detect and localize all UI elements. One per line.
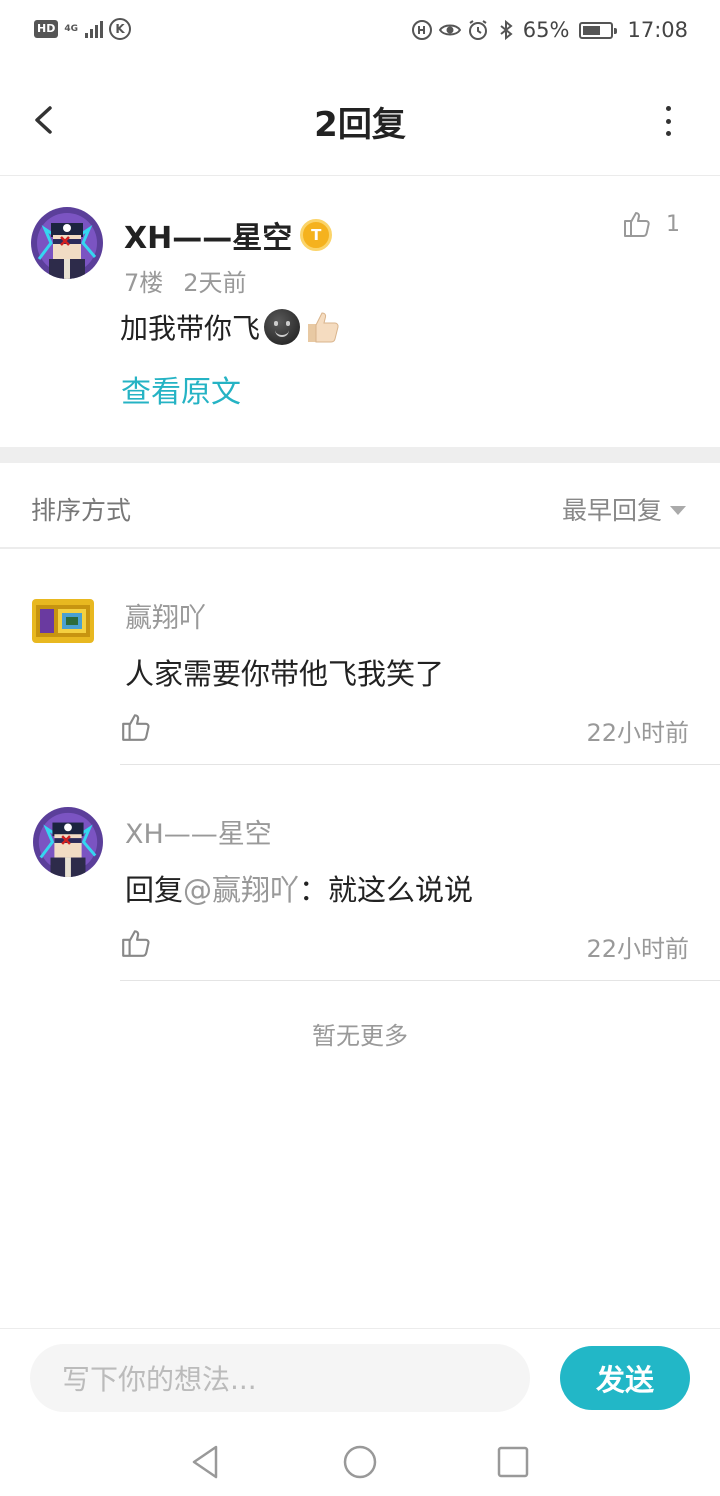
post-meta: 7楼 2天前 xyxy=(124,263,247,298)
reply-author[interactable]: 赢翔吖 xyxy=(125,596,206,635)
section-divider xyxy=(0,447,720,463)
mention-link[interactable]: @赢翔吖 xyxy=(183,873,299,907)
reply-time: 22小时前 xyxy=(586,719,689,747)
like-count: 1 xyxy=(666,211,680,237)
smile-emoji-icon xyxy=(264,309,301,345)
reply-author[interactable]: XH——星空 xyxy=(125,812,272,851)
thumbs-up-icon[interactable] xyxy=(120,711,152,743)
battery-level xyxy=(583,25,601,35)
data-saver-icon xyxy=(411,20,432,40)
status-bar: HD 4G K 65% 17:08 xyxy=(0,0,720,66)
avatar-image xyxy=(32,599,94,643)
battery-percent: 65% xyxy=(522,18,570,42)
comment-input[interactable]: 写下你的想法... xyxy=(30,1344,530,1412)
post-like-button[interactable]: 1 xyxy=(622,209,680,239)
sort-selected: 最早回复 xyxy=(561,496,662,525)
alarm-icon xyxy=(468,20,487,40)
divider xyxy=(120,980,720,981)
reply-item: XH——星空 回复@赢翔吖：就这么说说 22小时前 xyxy=(0,765,720,981)
battery-icon xyxy=(579,21,618,39)
page-title: 2回复 xyxy=(314,105,406,145)
page-header: 2回复 xyxy=(0,66,720,176)
sort-bar: 排序方式 最早回复 xyxy=(0,463,720,549)
status-right: 65% 17:08 xyxy=(411,18,688,42)
eye-comfort-icon xyxy=(438,24,461,36)
reply-text: 人家需要你带他飞我笑了 xyxy=(125,657,445,691)
avatar-image xyxy=(31,207,103,279)
more-vertical-icon xyxy=(665,106,671,111)
floor-number: 7楼 xyxy=(124,269,164,297)
more-dot xyxy=(665,118,671,124)
sort-dropdown[interactable]: 最早回复 xyxy=(562,491,686,527)
network-type: 4G xyxy=(64,23,78,34)
reply-prefix: 回复 xyxy=(125,873,184,907)
thumbs-up-emoji-icon xyxy=(308,312,339,343)
thumbs-up-icon[interactable] xyxy=(120,927,152,959)
more-dot xyxy=(665,131,671,136)
signal-icon xyxy=(85,20,103,38)
post-author-name: XH——星空 xyxy=(124,221,293,256)
clock: 17:08 xyxy=(627,18,688,42)
comment-composer: 写下你的想法... 发送 xyxy=(0,1328,720,1428)
reply-body: ：就这么说说 xyxy=(299,873,474,907)
send-button[interactable]: 发送 xyxy=(560,1346,690,1410)
system-nav-bar xyxy=(0,1428,720,1496)
post-content: 加我带你飞 xyxy=(120,307,342,347)
k-app-icon: K xyxy=(109,18,131,40)
hd-indicator: HD xyxy=(34,20,59,38)
reply-text: 回复@赢翔吖：就这么说说 xyxy=(125,867,473,909)
no-more-label: 暂无更多 xyxy=(312,1022,408,1050)
avatar-image xyxy=(33,807,103,877)
view-original-link[interactable]: 查看原文 xyxy=(121,367,241,411)
thumbs-up-icon xyxy=(624,212,650,237)
post-author[interactable]: XH——星空 T xyxy=(124,213,333,257)
nav-back-icon[interactable] xyxy=(186,1442,226,1482)
post-time: 2天前 xyxy=(183,269,247,297)
post-text: 加我带你飞 xyxy=(120,312,261,345)
status-left: HD 4G K xyxy=(34,18,131,40)
avatar[interactable] xyxy=(33,807,103,877)
reply-item: 赢翔吖 人家需要你带他飞我笑了 22小时前 xyxy=(0,549,720,765)
more-button[interactable] xyxy=(660,106,676,136)
nav-recents-icon[interactable] xyxy=(493,1442,533,1482)
original-post: XH——星空 T 1 7楼 2天前 加我带你飞 查看原文 xyxy=(0,177,720,447)
avatar[interactable] xyxy=(31,207,103,279)
level-badge-icon: T xyxy=(300,219,333,251)
avatar[interactable] xyxy=(32,599,94,643)
sort-label: 排序方式 xyxy=(31,496,132,525)
bluetooth-icon xyxy=(500,19,513,41)
reply-time: 22小时前 xyxy=(586,935,689,963)
nav-home-icon[interactable] xyxy=(340,1442,380,1482)
caret-down-icon xyxy=(670,505,686,515)
